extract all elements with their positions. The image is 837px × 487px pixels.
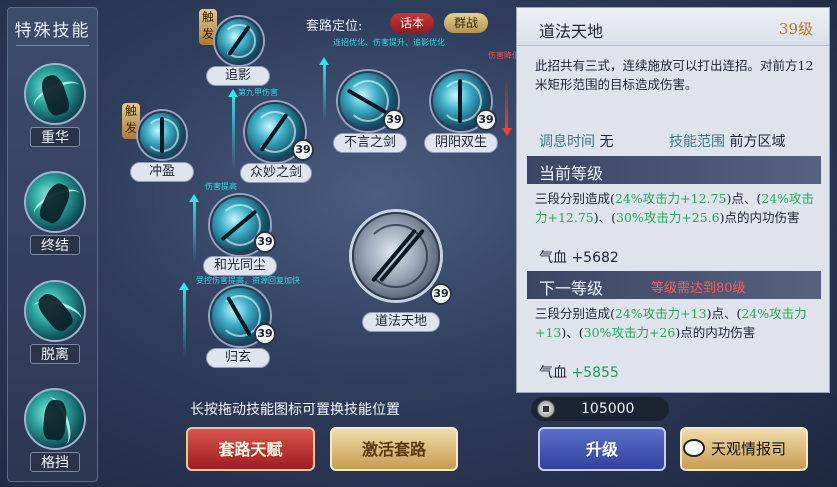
watermark: 天观情报司 [683, 435, 786, 463]
hp-label: 气血 [539, 365, 567, 381]
special-skill-label: 终结 [30, 235, 80, 255]
drag-hint-text: 长按拖动技能图标可置换技能位置 [190, 402, 400, 418]
coin-icon [537, 400, 555, 418]
current-level-title: 当前等级 [539, 164, 604, 183]
damage-value: 30%攻击力+25.6 [616, 210, 720, 225]
range-row: 技能范围 前方区域 [669, 131, 785, 151]
tuoli-skill-icon[interactable] [24, 280, 86, 342]
yinyang-skill-label: 阴阳双生 [424, 133, 498, 153]
skill-level-badge: 39 [383, 109, 405, 131]
current-level-header: 当前等级 [527, 156, 821, 184]
hp-value: +5682 [571, 250, 619, 266]
damage-value: 30%攻击力+26 [583, 325, 676, 340]
skill-level-badge: 39 [475, 109, 497, 131]
special-skills-panel: 特殊技能 重华 终结 脱离 格挡 [7, 7, 98, 482]
skill-detail-header: 道法天地 39级 [517, 8, 829, 46]
chongying-skill-label: 冲盈 [130, 162, 194, 182]
currency-display: 105000 [531, 397, 669, 421]
route-note: 第九甲伤害 [238, 88, 278, 97]
route-tag-qunzhan: 群战 [444, 13, 489, 33]
upgrade-button[interactable]: 升级 [538, 427, 666, 471]
next-level-header: 下一等级 等级需达到80级 [527, 271, 821, 299]
skill-level: 39级 [778, 20, 813, 38]
chonghua-skill-icon[interactable] [24, 63, 86, 125]
upgrade-path-arrow [179, 282, 189, 357]
damage-value: 24%攻击力+12.75 [614, 191, 727, 206]
damage-value: 24%攻击力+13 [614, 306, 707, 321]
heguang-skill-label: 和光同尘 [203, 256, 277, 276]
route-tag-huaben: 话本 [390, 13, 435, 33]
next-hp-row: 气血 +5855 [539, 362, 619, 382]
guixuan-skill-label: 归玄 [206, 348, 270, 368]
text: 三段分别造成( [535, 191, 615, 206]
daofa-skill-icon[interactable] [352, 212, 440, 300]
special-skill-zhongjie[interactable]: 终结 [24, 171, 86, 255]
special-skill-label: 脱离 [30, 344, 80, 364]
special-skills-title: 特殊技能 [14, 21, 91, 41]
gedang-skill-icon[interactable] [24, 388, 86, 450]
next-level-requirement: 等级需达到80级 [651, 281, 746, 296]
current-level-text: 三段分别造成(24%攻击力+12.75)点、(24%攻击力+12.75)、(30… [535, 189, 819, 227]
text: )点的内功伤害 [675, 325, 756, 340]
activate-route-button[interactable]: 激活套路 [330, 427, 458, 471]
hp-value: +5855 [571, 365, 619, 381]
route-talent-button[interactable]: 套路天赋 [186, 427, 315, 471]
skill-name: 道法天地 [539, 22, 604, 41]
special-skill-chonghua[interactable]: 重华 [24, 63, 86, 147]
cooldown-row: 调息时间 无 [539, 131, 613, 151]
text: )点、( [726, 191, 762, 206]
next-level-title: 下一等级 [539, 279, 604, 298]
special-skill-tuoli[interactable]: 脱离 [24, 280, 86, 364]
zhongmiao-skill-label: 众妙之剑 [240, 163, 312, 183]
watermark-text: 天观情报司 [711, 440, 787, 458]
text: )点、( [706, 306, 742, 321]
downgrade-path-arrow [505, 78, 508, 133]
currency-amount: 105000 [581, 401, 635, 417]
current-hp-row: 气血 +5682 [539, 247, 619, 267]
route-note: 受控伤害提高，资源回复加快 [196, 276, 300, 285]
upgrade-path-arrow [228, 89, 238, 170]
skill-description: 此招共有三式，连续施放可以打出连招。对前方12米矩形范围的目标造成伤害。 [535, 58, 814, 92]
zhongjie-skill-icon[interactable] [24, 171, 86, 233]
daofa-skill-label: 道法天地 [362, 312, 440, 332]
zhuiying-skill-icon[interactable] [215, 17, 263, 65]
cooldown-value: 无 [599, 134, 614, 150]
route-note: 连招优化、伤害提升、追影优化 [333, 38, 445, 47]
skill-level-badge: 39 [254, 231, 276, 253]
route-position-label: 套路定位: [306, 19, 363, 34]
text: )、( [593, 210, 617, 225]
special-skill-label: 格挡 [30, 452, 80, 472]
text: 三段分别造成( [535, 306, 615, 321]
buyan-skill-label: 不言之剑 [333, 133, 407, 153]
range-value: 前方区域 [729, 134, 786, 150]
text: )点的内功伤害 [719, 210, 800, 225]
skill-level-badge: 39 [430, 283, 452, 305]
chongying-skill-icon[interactable] [138, 111, 186, 159]
hp-label: 气血 [539, 250, 567, 266]
special-skill-label: 重华 [30, 127, 80, 147]
text: )、( [561, 325, 584, 340]
wechat-logo-icon [683, 439, 705, 457]
skill-level-badge: 39 [254, 323, 276, 345]
next-level-text: 三段分别造成(24%攻击力+13)点、(24%攻击力+13)、(30%攻击力+2… [535, 304, 819, 342]
range-key: 技能范围 [669, 134, 725, 150]
special-skill-gedang[interactable]: 格挡 [24, 388, 86, 472]
cooldown-key: 调息时间 [539, 134, 595, 150]
route-note: 伤害提高 [205, 182, 237, 191]
divider [16, 45, 89, 46]
upgrade-path-arrow [189, 194, 199, 263]
skill-detail-panel: 道法天地 39级 此招共有三式，连续施放可以打出连招。对前方12米矩形范围的目标… [516, 7, 830, 393]
upgrade-path-arrow [319, 57, 329, 122]
skill-level-badge: 39 [292, 139, 314, 161]
zhuiying-skill-label: 追影 [206, 66, 270, 86]
